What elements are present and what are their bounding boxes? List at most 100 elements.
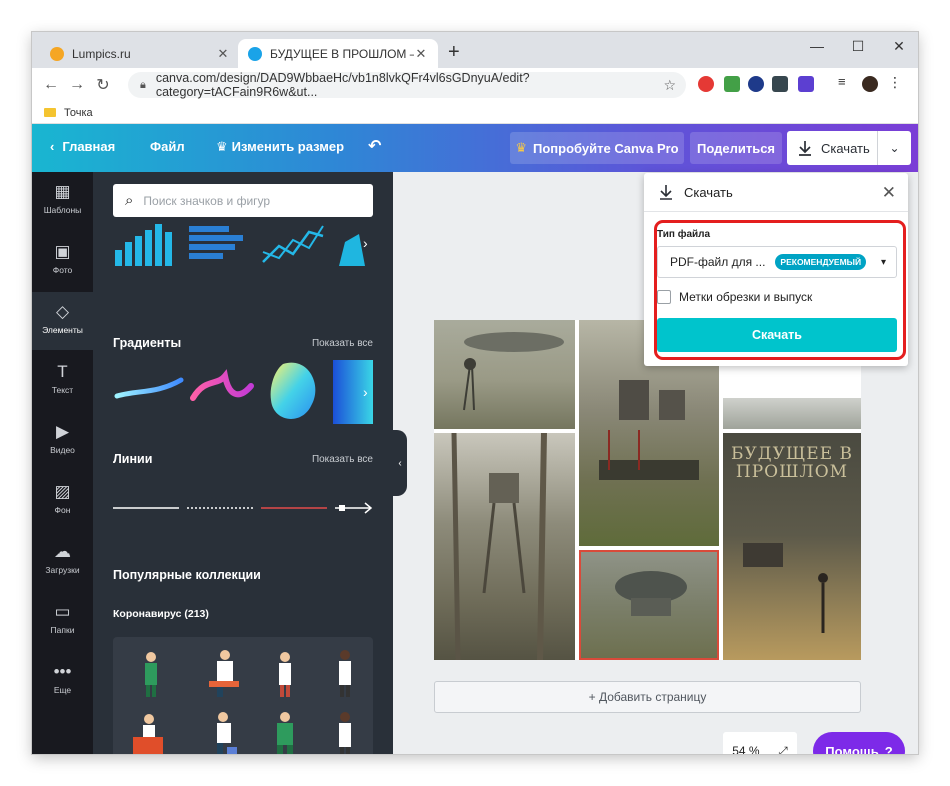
purple-extension-icon[interactable] (798, 76, 814, 92)
elements-panel: ⌕ Поиск значков и фигур › Градиенты Пока… (93, 172, 393, 754)
rail-item-elements[interactable]: ◇ Элементы (32, 292, 93, 350)
line-chart-thumbnail[interactable] (262, 225, 324, 263)
rail-item-video[interactable]: ▶ Видео (32, 412, 93, 470)
gradient-blob-swatch[interactable] (270, 362, 316, 419)
doctor-illustration[interactable] (145, 652, 157, 697)
rail-item-more[interactable]: ••• Еще (32, 652, 93, 710)
rail-label: Текст (51, 385, 74, 395)
close-tab-icon[interactable]: ✕ (216, 46, 230, 62)
folder-icon: ▭ (54, 602, 71, 621)
rail-item-uploads[interactable]: ☁ Загрузки (32, 532, 93, 590)
hbar-chart-thumbnail[interactable] (189, 226, 243, 259)
vpn-extension-icon[interactable] (748, 76, 764, 92)
chevron-right-icon[interactable]: › (363, 384, 368, 400)
lines-show-all[interactable]: Показать все (312, 454, 373, 465)
collections-title: Популярные коллекции (113, 568, 261, 582)
chevron-down-icon[interactable]: ⌄ (878, 141, 911, 155)
photo-poster[interactable]: БУДУЩЕЕ В ПРОШЛОМ (723, 433, 861, 660)
canva-favicon-icon (248, 46, 262, 61)
rail-item-background[interactable]: ▨ Фон (32, 472, 93, 530)
lumpics-favicon-icon (50, 46, 64, 61)
help-button[interactable]: Помощь ? (813, 732, 905, 754)
share-button[interactable]: Поделиться (690, 132, 782, 164)
undo-icon[interactable]: ↶ (368, 136, 381, 156)
new-tab-button[interactable]: + (448, 42, 460, 62)
photo-mech-field[interactable] (579, 550, 719, 660)
try-pro-button[interactable]: ♛ Попробуйте Canva Pro (510, 132, 684, 164)
tab-canva[interactable]: БУДУЩЕЕ В ПРОШЛОМ — Фото ✕ (238, 39, 438, 68)
fullscreen-icon[interactable]: ⤢ (778, 744, 788, 755)
minimize-button[interactable]: — (802, 38, 832, 54)
rail-item-text[interactable]: T Текст (32, 352, 93, 410)
photo-forest-mech[interactable] (434, 433, 575, 660)
address-bar[interactable]: 🔒︎ canva.com/design/DAD9WbbaeHc/vb1n8lvk… (128, 71, 686, 99)
rail-item-photos[interactable]: ▣ Фото (32, 232, 93, 290)
gradient-stroke-swatch[interactable] (114, 377, 184, 399)
download-button[interactable]: Скачать ⌄ (787, 131, 911, 165)
url-text: canva.com/design/DAD9WbbaeHc/vb1n8lvkQFr… (155, 71, 530, 99)
photo-tripod-machine[interactable] (434, 320, 575, 429)
doctor-presenting-illustration[interactable] (279, 652, 291, 697)
photo-snow[interactable] (723, 398, 861, 429)
menu-kebab-icon[interactable]: ⋮ (888, 74, 904, 90)
doctor-desk-illustration[interactable] (209, 650, 239, 697)
photo-icon: ▣ (54, 242, 71, 261)
browser-toolbar: ← → ↻ 🔒︎ canva.com/design/DAD9WbbaeHc/vb… (32, 68, 918, 102)
design-page[interactable]: БУДУЩЕЕ В ПРОШЛОМ (434, 320, 861, 660)
background-icon: ▨ (54, 482, 71, 501)
chevron-right-icon[interactable]: › (363, 235, 368, 251)
reload-icon[interactable]: ↻ (90, 75, 116, 95)
download-label: Скачать (821, 140, 870, 156)
download-icon (660, 185, 672, 200)
crown-icon: ♛ (515, 140, 528, 155)
media-control-icon[interactable]: ≡ (838, 74, 854, 90)
templates-icon: ▦ (54, 182, 71, 201)
canva-header: ‹ Главная Файл ♛ Изменить размер ↶ ♛ Попро… (32, 124, 918, 172)
file-menu[interactable]: Файл (150, 139, 185, 154)
maximize-button[interactable]: ☐ (843, 38, 873, 55)
doctor-at-table-illustration[interactable] (133, 714, 163, 754)
profile-avatar[interactable] (862, 76, 878, 92)
doctor-white-illustration[interactable] (339, 712, 351, 754)
add-page-button[interactable]: + Добавить страницу (434, 681, 861, 713)
forward-icon[interactable]: → (64, 76, 90, 94)
music-extension-icon[interactable] (724, 76, 740, 92)
zoom-control[interactable]: 54 % ⤢ (723, 732, 797, 754)
rail-item-folders[interactable]: ▭ Папки (32, 592, 93, 650)
chevron-left-icon: ‹ (398, 457, 402, 469)
rail-label: Видео (50, 445, 75, 455)
home-label: Главная (62, 139, 116, 154)
rail-item-templates[interactable]: ▦ Шаблоны (32, 172, 93, 230)
bar-chart-thumbnail[interactable] (115, 224, 172, 266)
extension-icon[interactable] (698, 76, 714, 92)
try-pro-label: Попробуйте Canva Pro (533, 140, 679, 156)
close-tab-icon[interactable]: ✕ (414, 46, 428, 62)
lines-row (113, 502, 373, 514)
close-window-button[interactable]: ✕ (884, 38, 914, 55)
collapse-panel-button[interactable]: ‹ (393, 430, 407, 496)
lock-icon: 🔒︎ (140, 78, 146, 91)
gradient-squiggle-swatch[interactable] (190, 369, 254, 401)
bookmark-star-icon[interactable]: ☆ (663, 77, 676, 94)
tab-title: Lumpics.ru (72, 46, 131, 61)
doctor-green-illustration[interactable] (277, 712, 293, 754)
download-icon (799, 141, 811, 156)
bookmark-tochka[interactable]: Точка (64, 107, 93, 119)
search-placeholder: Поиск значков и фигур (143, 193, 271, 208)
doctor-cart-illustration[interactable] (217, 712, 237, 754)
box-extension-icon[interactable] (772, 76, 788, 92)
folder-icon (44, 108, 56, 117)
resize-button[interactable]: ♛ Изменить размер (216, 139, 344, 155)
area-chart-thumbnail[interactable] (339, 234, 365, 266)
back-icon[interactable]: ← (38, 76, 64, 94)
gradients-title: Градиенты (113, 336, 182, 350)
gradients-show-all[interactable]: Показать все (312, 338, 373, 349)
tab-strip: Lumpics.ru ✕ БУДУЩЕЕ В ПРОШЛОМ — Фото ✕ … (32, 32, 918, 68)
search-input[interactable]: ⌕ Поиск значков и фигур (113, 184, 373, 217)
video-icon: ▶ (55, 422, 70, 441)
home-button[interactable]: ‹ Главная (50, 139, 115, 154)
tab-lumpics[interactable]: Lumpics.ru ✕ (40, 39, 240, 68)
close-icon[interactable]: ✕ (882, 183, 896, 203)
bookmarks-bar: Точка (32, 102, 918, 124)
doctor-standing-illustration[interactable] (339, 650, 351, 697)
